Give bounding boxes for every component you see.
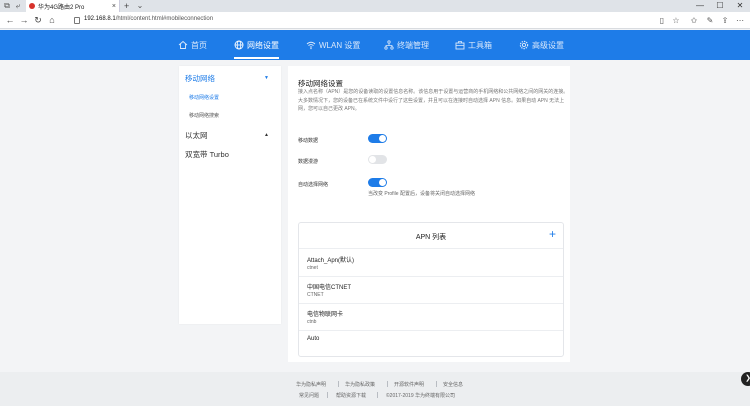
footer-link-open-source[interactable]: 开源软件声明 bbox=[394, 381, 424, 388]
apn-list-item[interactable]: Auto bbox=[299, 331, 563, 358]
footer-divider bbox=[377, 392, 378, 398]
tab-actions-icon[interactable]: ⧉ bbox=[3, 2, 11, 10]
footer-divider bbox=[387, 381, 388, 387]
nav-network-settings-label: 网络设置 bbox=[247, 40, 279, 50]
nav-device-management-label: 终端管理 bbox=[397, 40, 429, 50]
data-roaming-label: 数据漫游 bbox=[298, 159, 319, 165]
apn-value: CTNET bbox=[307, 292, 324, 298]
web-note-icon[interactable]: ✎ bbox=[704, 15, 716, 26]
sidebar-item-mobile-network-settings[interactable]: 移动网络设置 bbox=[189, 94, 219, 101]
globe-icon bbox=[234, 40, 244, 50]
apn-list-item[interactable]: 电信物联网卡 ctnb bbox=[299, 304, 563, 331]
nav-home[interactable]: 首页 bbox=[178, 30, 207, 60]
data-roaming-toggle[interactable] bbox=[368, 155, 387, 164]
apn-list-card: APN 列表 + Attach_Apn(默认) ctnet 中国电信CTNET … bbox=[298, 222, 564, 357]
footer-link-help-downloads[interactable]: 帮助资源下载 bbox=[336, 392, 366, 399]
share-icon[interactable]: ⇪ bbox=[719, 15, 731, 26]
sidebar-item-dual-broadband-turbo[interactable]: 双宽带 Turbo bbox=[185, 149, 229, 160]
active-nav-indicator bbox=[234, 57, 279, 59]
auto-network-toggle[interactable] bbox=[368, 178, 387, 187]
nav-advanced-settings[interactable]: 高级设置 bbox=[519, 30, 564, 60]
url-host: 192.168.8.1 bbox=[84, 16, 116, 22]
reading-view-icon[interactable]: ▯ bbox=[656, 15, 668, 26]
browser-tab[interactable]: 华为4G路由2 Pro × bbox=[26, 0, 120, 12]
footer-link-privacy-policy[interactable]: 华为隐私政策 bbox=[345, 381, 375, 388]
floating-chevron-icon[interactable]: ❯ bbox=[741, 372, 750, 386]
page-info-icon[interactable] bbox=[74, 17, 80, 24]
mobile-data-toggle[interactable] bbox=[368, 134, 387, 143]
nav-wlan-settings-label: WLAN 设置 bbox=[319, 40, 361, 50]
add-apn-button[interactable]: + bbox=[549, 227, 556, 241]
sidebar-item-mobile-network[interactable]: 移动网络 bbox=[185, 73, 215, 84]
close-window-button[interactable]: ✕ bbox=[730, 0, 750, 12]
nav-home-label: 首页 bbox=[191, 40, 207, 50]
refresh-icon[interactable]: ↻ bbox=[32, 15, 44, 26]
gear-icon bbox=[519, 40, 529, 50]
toggle-knob bbox=[379, 179, 386, 186]
top-navigation: 首页 网络设置 WLAN 设置 终端管理 工具箱 高级设置 bbox=[0, 30, 750, 60]
set-aside-tabs-icon[interactable]: ⤶ bbox=[14, 2, 22, 10]
url-field[interactable]: 192.168.8.1/html/content.html#mobileconn… bbox=[84, 16, 213, 22]
apn-profile-name: 电信物联网卡 bbox=[307, 312, 344, 318]
devices-icon bbox=[384, 40, 394, 50]
back-arrow-icon[interactable]: ← bbox=[4, 15, 16, 26]
apn-list-item[interactable]: Attach_Apn(默认) ctnet bbox=[299, 250, 563, 277]
nav-wlan-settings[interactable]: WLAN 设置 bbox=[306, 30, 360, 60]
home-browser-icon[interactable]: ⌂ bbox=[46, 15, 58, 26]
nav-device-management[interactable]: 终端管理 bbox=[384, 30, 429, 60]
footer-copyright: ©2017-2019 华为终端有限公司 bbox=[386, 393, 455, 399]
favorite-star-icon[interactable]: ☆ bbox=[670, 15, 682, 26]
footer-divider bbox=[327, 392, 328, 398]
maximize-button[interactable]: ☐ bbox=[710, 0, 730, 12]
apn-profile-name: 中国电信CTNET bbox=[307, 285, 351, 291]
sidebar-item-mobile-network-search[interactable]: 移动网络搜索 bbox=[189, 112, 219, 119]
tab-title: 华为4G路由2 Pro bbox=[38, 4, 85, 11]
footer-link-faq[interactable]: 常见问题 bbox=[299, 392, 319, 399]
apn-list-title: APN 列表 bbox=[415, 234, 447, 241]
nav-advanced-settings-label: 高级设置 bbox=[532, 40, 564, 50]
caret-down-icon[interactable]: ▼ bbox=[264, 75, 269, 81]
toolbox-icon bbox=[455, 41, 465, 50]
browser-tab-bar: ⧉ ⤶ 华为4G路由2 Pro × + ⌄ — ☐ ✕ bbox=[0, 0, 750, 12]
apn-list-header: APN 列表 + bbox=[299, 223, 563, 249]
favorites-hub-icon[interactable]: ✩ bbox=[688, 15, 700, 26]
settings-sidebar: 移动网络 ▼ 移动网络设置 移动网络搜索 以太网 ▲ 双宽带 Turbo bbox=[179, 66, 281, 324]
auto-network-hint: 当改变 Profile 配置后，设备将关闭自动选择网络 bbox=[368, 191, 475, 197]
apn-value: ctnb bbox=[307, 319, 317, 325]
caret-up-icon[interactable]: ▲ bbox=[264, 132, 269, 138]
footer-link-security-info[interactable]: 安全信息 bbox=[443, 381, 463, 388]
tab-list-chevron-icon[interactable]: ⌄ bbox=[136, 2, 144, 10]
toggle-knob bbox=[379, 135, 386, 142]
new-tab-button[interactable]: + bbox=[124, 0, 129, 12]
more-menu-icon[interactable]: ⋯ bbox=[734, 15, 746, 26]
forward-arrow-icon[interactable]: → bbox=[18, 15, 30, 26]
footer-divider bbox=[436, 381, 437, 387]
apn-profile-name: Attach_Apn(默认) bbox=[307, 258, 355, 264]
nav-toolbox-label: 工具箱 bbox=[468, 40, 492, 50]
minimize-button[interactable]: — bbox=[690, 0, 710, 12]
url-path: /html/content.html#mobileconnection bbox=[115, 16, 214, 22]
nav-network-settings[interactable]: 网络设置 bbox=[234, 30, 279, 60]
address-bar: ← → ↻ ⌂ 192.168.8.1/html/content.html#mo… bbox=[0, 12, 750, 29]
home-icon bbox=[178, 40, 188, 49]
apn-list-item[interactable]: 中国电信CTNET CTNET bbox=[299, 277, 563, 304]
main-panel: 移动网络设置 接入点名称（APN）是您的设备读取的设置信息名称。该信息用于设置与… bbox=[288, 66, 570, 362]
apn-description: 接入点名称（APN）是您的设备读取的设置信息名称。该信息用于设置与运营商的手机网… bbox=[298, 89, 569, 112]
sidebar-item-ethernet[interactable]: 以太网 bbox=[185, 130, 208, 141]
apn-profile-name: Auto bbox=[307, 336, 320, 342]
footer-link-privacy-statement[interactable]: 华为隐私声明 bbox=[296, 381, 326, 388]
page-footer: 华为隐私声明 华为隐私政策 开源软件声明 安全信息 常见问题 帮助资源下载 ©2… bbox=[0, 372, 750, 406]
footer-divider bbox=[338, 381, 339, 387]
toggle-knob bbox=[369, 156, 376, 163]
wifi-icon bbox=[306, 41, 316, 50]
apn-value: ctnet bbox=[307, 265, 318, 271]
auto-network-label: 自动选择网络 bbox=[298, 182, 329, 188]
mobile-data-label: 移动数据 bbox=[298, 138, 319, 144]
huawei-favicon-icon bbox=[29, 3, 35, 9]
tab-close-icon[interactable]: × bbox=[112, 3, 116, 10]
nav-toolbox[interactable]: 工具箱 bbox=[455, 30, 492, 60]
